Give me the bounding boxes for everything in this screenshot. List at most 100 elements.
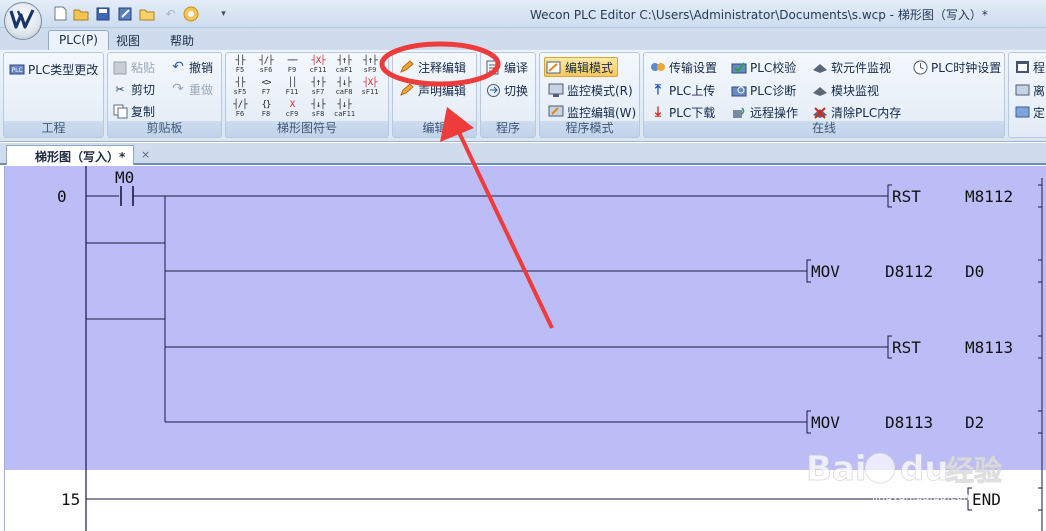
remote-operation-button[interactable]: 远程操作 <box>731 102 798 122</box>
ladder-symbol-key: F5 <box>235 66 245 74</box>
instruction-operand-1: D8112 <box>885 262 933 281</box>
device-monitor-icon <box>812 59 828 75</box>
tab-view[interactable]: 视图 <box>106 30 150 50</box>
folder-icon[interactable] <box>138 5 155 22</box>
edit-mode-button[interactable]: 编辑模式 <box>544 57 619 77</box>
extra-button-2[interactable]: 离 <box>1014 80 1045 100</box>
close-icon[interactable]: × <box>141 148 150 161</box>
dropdown-icon[interactable]: ▾ <box>215 5 232 22</box>
instruction-operand-1: M8113 <box>965 338 1013 357</box>
extra-button-1[interactable]: 程 <box>1014 57 1045 77</box>
ladder-symbol-key: cF9 <box>285 110 299 118</box>
ladder-symbol-f6[interactable]: ┤/├ F6 <box>230 101 250 120</box>
plc-verify-button[interactable]: PLC校验 <box>731 57 796 77</box>
instruction-operand-2: D2 <box>965 413 984 432</box>
tab-ladder-document[interactable]: 梯形图（写入）* <box>6 145 135 165</box>
ladder-symbol-sf9[interactable]: ┤↑├ sF9 <box>360 57 380 76</box>
ladder-symbol-cf9[interactable]: XcF9 <box>282 101 302 120</box>
device-monitor-button[interactable]: 软元件监视 <box>812 57 891 77</box>
new-file-icon[interactable] <box>52 5 69 22</box>
ladder-symbol-caf1[interactable]: ┤↑├ caF1 <box>334 57 354 76</box>
plc-download-button[interactable]: ⤓ PLC下载 <box>650 102 715 122</box>
plc-diagnose-icon <box>731 82 747 98</box>
redo-button[interactable]: ↷ 重做 <box>170 79 213 99</box>
group-label-project: 工程 <box>4 121 103 137</box>
ladder-symbol-caf8[interactable]: ┤↓├ caF8 <box>334 79 354 98</box>
comment-edit-button[interactable]: 注释编辑 <box>399 57 466 77</box>
instruction-bracket-close <box>1038 487 1043 511</box>
statement-edit-button[interactable]: 声明编辑 <box>399 80 466 100</box>
undo-button[interactable]: ↶ 撤销 <box>170 57 213 77</box>
paste-button[interactable]: 粘贴 <box>112 57 155 77</box>
ladder-symbol-glyph: ┤X├ <box>311 56 325 66</box>
undo-arrow-icon: ↶ <box>172 59 184 75</box>
ladder-symbol-f11[interactable]: ││ F11 <box>282 79 302 98</box>
tab-help[interactable]: 帮助 <box>160 30 204 50</box>
step-number: 0 <box>57 187 67 206</box>
ladder-symbol-f9[interactable]: ── F9 <box>282 57 302 76</box>
clock-icon <box>912 59 928 75</box>
ladder-symbol-sf6[interactable]: ┤/├ sF6 <box>256 57 276 76</box>
group-program: 编译 切换 程序 <box>480 52 536 138</box>
ladder-symbol-sf11[interactable]: ┤X├ sF11 <box>360 79 380 98</box>
group-label-program: 程序 <box>481 121 535 137</box>
group-extra: 程 离 定 <box>1008 52 1046 138</box>
monitor-edit-button[interactable]: 监控编辑(W) <box>548 102 636 122</box>
ladder-symbol-key: sF11 <box>361 88 379 96</box>
ladder-symbol-glyph: ┤↓├ <box>311 100 325 110</box>
statement-edit-icon <box>399 82 415 98</box>
ladder-symbol-sf5[interactable]: ┤├ sF5 <box>230 79 250 98</box>
save-as-icon[interactable] <box>116 5 133 22</box>
ladder-symbol-f7[interactable]: <> F7 <box>256 79 276 98</box>
baidu-watermark: Bai du 经验 jingyan.baidu.com <box>800 440 1030 510</box>
undo-icon[interactable]: ↶ <box>162 5 179 22</box>
clear-plc-memory-button[interactable]: 清除PLC内存 <box>812 102 901 122</box>
remote-operation-icon <box>731 104 747 120</box>
comment-edit-icon <box>399 59 415 75</box>
group-label-edit: 编辑 <box>393 121 476 137</box>
plc-diagnose-button[interactable]: PLC诊断 <box>731 80 796 100</box>
ladder-symbol-f8[interactable]: {} F8 <box>256 101 276 120</box>
ladder-symbol-sf8[interactable]: ┤↓├ sF8 <box>308 101 328 120</box>
ladder-symbol-glyph: ┤↓├ <box>337 78 351 88</box>
save-icon[interactable] <box>94 5 111 22</box>
extra-button-3[interactable]: 定 <box>1014 102 1045 122</box>
svg-text:PLC: PLC <box>12 67 23 74</box>
instruction-operand-2: D0 <box>965 262 984 281</box>
group-project: PLC PLC类型更改 工程 <box>3 52 104 138</box>
watermark-url: jingyan.baidu.com <box>871 490 974 503</box>
ladder-symbol-key: cF11 <box>309 66 327 74</box>
tab-plc[interactable]: PLC(P) <box>48 30 109 50</box>
ladder-symbol-glyph: ┤↑├ <box>363 56 377 66</box>
group-program-mode: 编辑模式 监控模式(R) 监控编辑(W) 程序模式 <box>539 52 640 138</box>
plc-upload-button[interactable]: ⤒ PLC上传 <box>650 80 715 100</box>
config-icon[interactable] <box>182 5 199 22</box>
transfer-settings-button[interactable]: 传输设置 <box>650 57 717 77</box>
compile-button[interactable]: 编译 <box>485 57 528 77</box>
ladder-symbol-caf11[interactable]: ┤↓├ caF11 <box>334 101 355 120</box>
ladder-symbol-f5[interactable]: ┤├ F5 <box>230 57 250 76</box>
plc-type-change-button[interactable]: PLC PLC类型更改 <box>9 59 98 79</box>
plc-clock-settings-button[interactable]: PLC时钟设置 <box>912 57 1001 77</box>
cut-button[interactable]: ✂ 剪切 <box>112 79 155 99</box>
monitor-mode-button[interactable]: 监控模式(R) <box>548 80 633 100</box>
module-monitor-button[interactable]: 模块监视 <box>812 80 879 100</box>
copy-button[interactable]: 复制 <box>112 101 155 121</box>
ladder-symbol-glyph: X <box>289 100 295 110</box>
step-number: 15 <box>61 490 80 509</box>
instruction-name: RST <box>892 187 921 206</box>
group-edit: 注释编辑 声明编辑 编辑 <box>392 52 477 138</box>
open-folder-icon[interactable] <box>72 5 89 22</box>
download-arrow-icon: ⤓ <box>654 104 662 120</box>
plc-chip-icon: PLC <box>9 61 25 77</box>
ladder-symbol-glyph: <> <box>261 78 272 88</box>
module-monitor-icon <box>812 82 828 98</box>
switch-button[interactable]: 切换 <box>485 80 528 100</box>
svg-text:du: du <box>900 449 949 489</box>
ladder-symbol-sf7[interactable]: ┤↑├ sF7 <box>308 79 328 98</box>
ladder-symbol-cf11[interactable]: ┤X├ cF11 <box>308 57 328 76</box>
ladder-symbol-key: F6 <box>235 110 245 118</box>
compile-icon <box>485 59 501 75</box>
wecon-logo-icon <box>9 8 35 29</box>
app-menu-button[interactable] <box>4 2 42 40</box>
